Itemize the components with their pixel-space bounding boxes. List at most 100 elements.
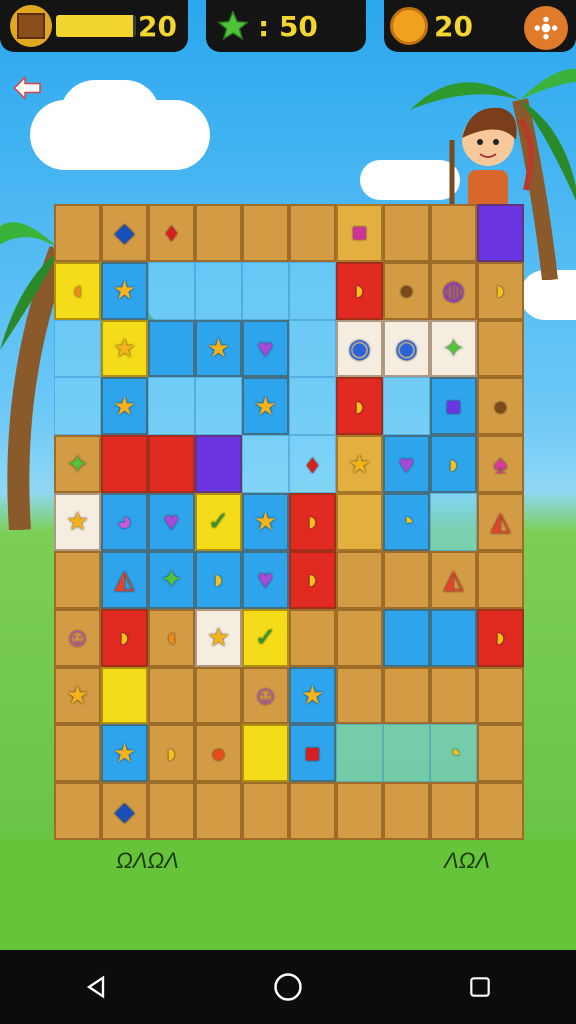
board-tile[interactable] xyxy=(54,377,101,436)
board-tile[interactable] xyxy=(195,666,242,725)
board-tile[interactable]: ◗ xyxy=(101,608,148,667)
board-tile[interactable] xyxy=(242,435,289,494)
board-tile[interactable] xyxy=(148,319,195,378)
board-tile[interactable] xyxy=(54,204,101,262)
board-tile[interactable]: ■ xyxy=(289,724,336,783)
board-tile[interactable]: ★ xyxy=(242,493,289,551)
board-tile[interactable]: ♥ xyxy=(383,435,430,494)
board-tile[interactable]: ◭ xyxy=(101,550,148,609)
board-tile[interactable]: ★ xyxy=(101,261,148,320)
board-tile[interactable] xyxy=(383,724,430,783)
board-tile[interactable]: ★ xyxy=(289,666,336,725)
board-tile[interactable] xyxy=(195,204,242,262)
board-tile[interactable]: ★ xyxy=(195,319,242,378)
board-tile[interactable]: ■ xyxy=(430,377,477,436)
board-tile[interactable] xyxy=(430,493,477,551)
board-tile[interactable] xyxy=(289,204,336,262)
board-tile[interactable] xyxy=(148,782,195,840)
board-tile[interactable] xyxy=(242,204,289,262)
board-tile[interactable] xyxy=(383,666,430,725)
board-tile[interactable] xyxy=(148,261,195,320)
board-tile[interactable]: ◖ xyxy=(54,261,101,320)
back-arrow-icon[interactable] xyxy=(10,70,46,106)
board-tile[interactable] xyxy=(242,261,289,320)
board-tile[interactable]: ◉ xyxy=(336,319,383,378)
board-tile[interactable]: ♦ xyxy=(148,204,195,262)
board-tile[interactable]: ● xyxy=(195,724,242,783)
board-tile[interactable]: ◗ xyxy=(148,724,195,783)
board-tile[interactable] xyxy=(336,550,383,609)
board-tile[interactable] xyxy=(336,666,383,725)
board-tile[interactable] xyxy=(336,608,383,667)
board-tile[interactable] xyxy=(289,608,336,667)
board-tile[interactable]: ✦ xyxy=(430,319,477,378)
board-tile[interactable]: ● xyxy=(383,261,430,320)
board-tile[interactable]: ♥ xyxy=(242,550,289,609)
board-tile[interactable] xyxy=(477,204,524,262)
board-tile[interactable]: ◗ xyxy=(477,261,524,320)
board-tile[interactable]: ✦ xyxy=(148,550,195,609)
board-tile[interactable]: ☺ xyxy=(242,666,289,725)
board-tile[interactable] xyxy=(383,550,430,609)
nav-recents-icon[interactable] xyxy=(450,957,510,1017)
board-tile[interactable]: ★ xyxy=(54,493,101,551)
board-tile[interactable]: ◉ xyxy=(383,319,430,378)
board-tile[interactable]: ★ xyxy=(195,608,242,667)
board-tile[interactable]: ◖ xyxy=(148,608,195,667)
board-tile[interactable]: ◔ xyxy=(383,493,430,551)
board-tile[interactable]: ◗ xyxy=(430,435,477,494)
board-tile[interactable] xyxy=(477,724,524,783)
board-tile[interactable]: ★ xyxy=(54,666,101,725)
board-tile[interactable] xyxy=(195,261,242,320)
board-tile[interactable] xyxy=(195,377,242,436)
board-tile[interactable] xyxy=(430,608,477,667)
board-tile[interactable]: ♥ xyxy=(148,493,195,551)
board-tile[interactable]: ◗ xyxy=(195,550,242,609)
board-tile[interactable] xyxy=(242,782,289,840)
board-tile[interactable] xyxy=(289,377,336,436)
board-tile[interactable]: ◗ xyxy=(289,550,336,609)
board-tile[interactable]: ● xyxy=(477,377,524,436)
board-tile[interactable] xyxy=(289,261,336,320)
board-tile[interactable] xyxy=(430,204,477,262)
nav-home-icon[interactable] xyxy=(258,957,318,1017)
board-tile[interactable]: ★ xyxy=(101,724,148,783)
board-tile[interactable] xyxy=(148,435,195,494)
board-tile[interactable]: ◆ xyxy=(101,782,148,840)
board-tile[interactable]: ✓ xyxy=(195,493,242,551)
board-tile[interactable]: ◆ xyxy=(101,204,148,262)
board-tile[interactable]: ◕ xyxy=(101,493,148,551)
board-tile[interactable]: ★ xyxy=(101,377,148,436)
board-tile[interactable] xyxy=(54,319,101,378)
board-tile[interactable] xyxy=(477,319,524,378)
board-tile[interactable] xyxy=(477,782,524,840)
board-tile[interactable] xyxy=(101,666,148,725)
board-tile[interactable] xyxy=(148,377,195,436)
board-tile[interactable]: ★ xyxy=(101,319,148,378)
board-tile[interactable]: ◭ xyxy=(430,550,477,609)
board-tile[interactable] xyxy=(477,550,524,609)
board-tile[interactable]: ◗ xyxy=(336,377,383,436)
board-tile[interactable] xyxy=(148,666,195,725)
board-tile[interactable] xyxy=(477,666,524,725)
board-tile[interactable] xyxy=(54,550,101,609)
board-tile[interactable] xyxy=(430,782,477,840)
board-tile[interactable] xyxy=(383,608,430,667)
board-tile[interactable] xyxy=(289,319,336,378)
board-tile[interactable]: ★ xyxy=(242,377,289,436)
board-tile[interactable] xyxy=(383,204,430,262)
board-tile[interactable]: ◔ xyxy=(430,724,477,783)
board-tile[interactable]: ◍ xyxy=(430,261,477,320)
nav-back-icon[interactable] xyxy=(66,957,126,1017)
board-tile[interactable] xyxy=(336,493,383,551)
board-tile[interactable] xyxy=(336,782,383,840)
board-tile[interactable] xyxy=(383,782,430,840)
board-tile[interactable]: ✦ xyxy=(54,435,101,494)
board-tile[interactable] xyxy=(195,782,242,840)
board-tile[interactable]: ✓ xyxy=(242,608,289,667)
board-tile[interactable] xyxy=(289,782,336,840)
settings-gear-icon[interactable] xyxy=(524,6,568,50)
board-tile[interactable] xyxy=(101,435,148,494)
board-tile[interactable]: ♥ xyxy=(242,319,289,378)
board-tile[interactable]: ◗ xyxy=(477,608,524,667)
